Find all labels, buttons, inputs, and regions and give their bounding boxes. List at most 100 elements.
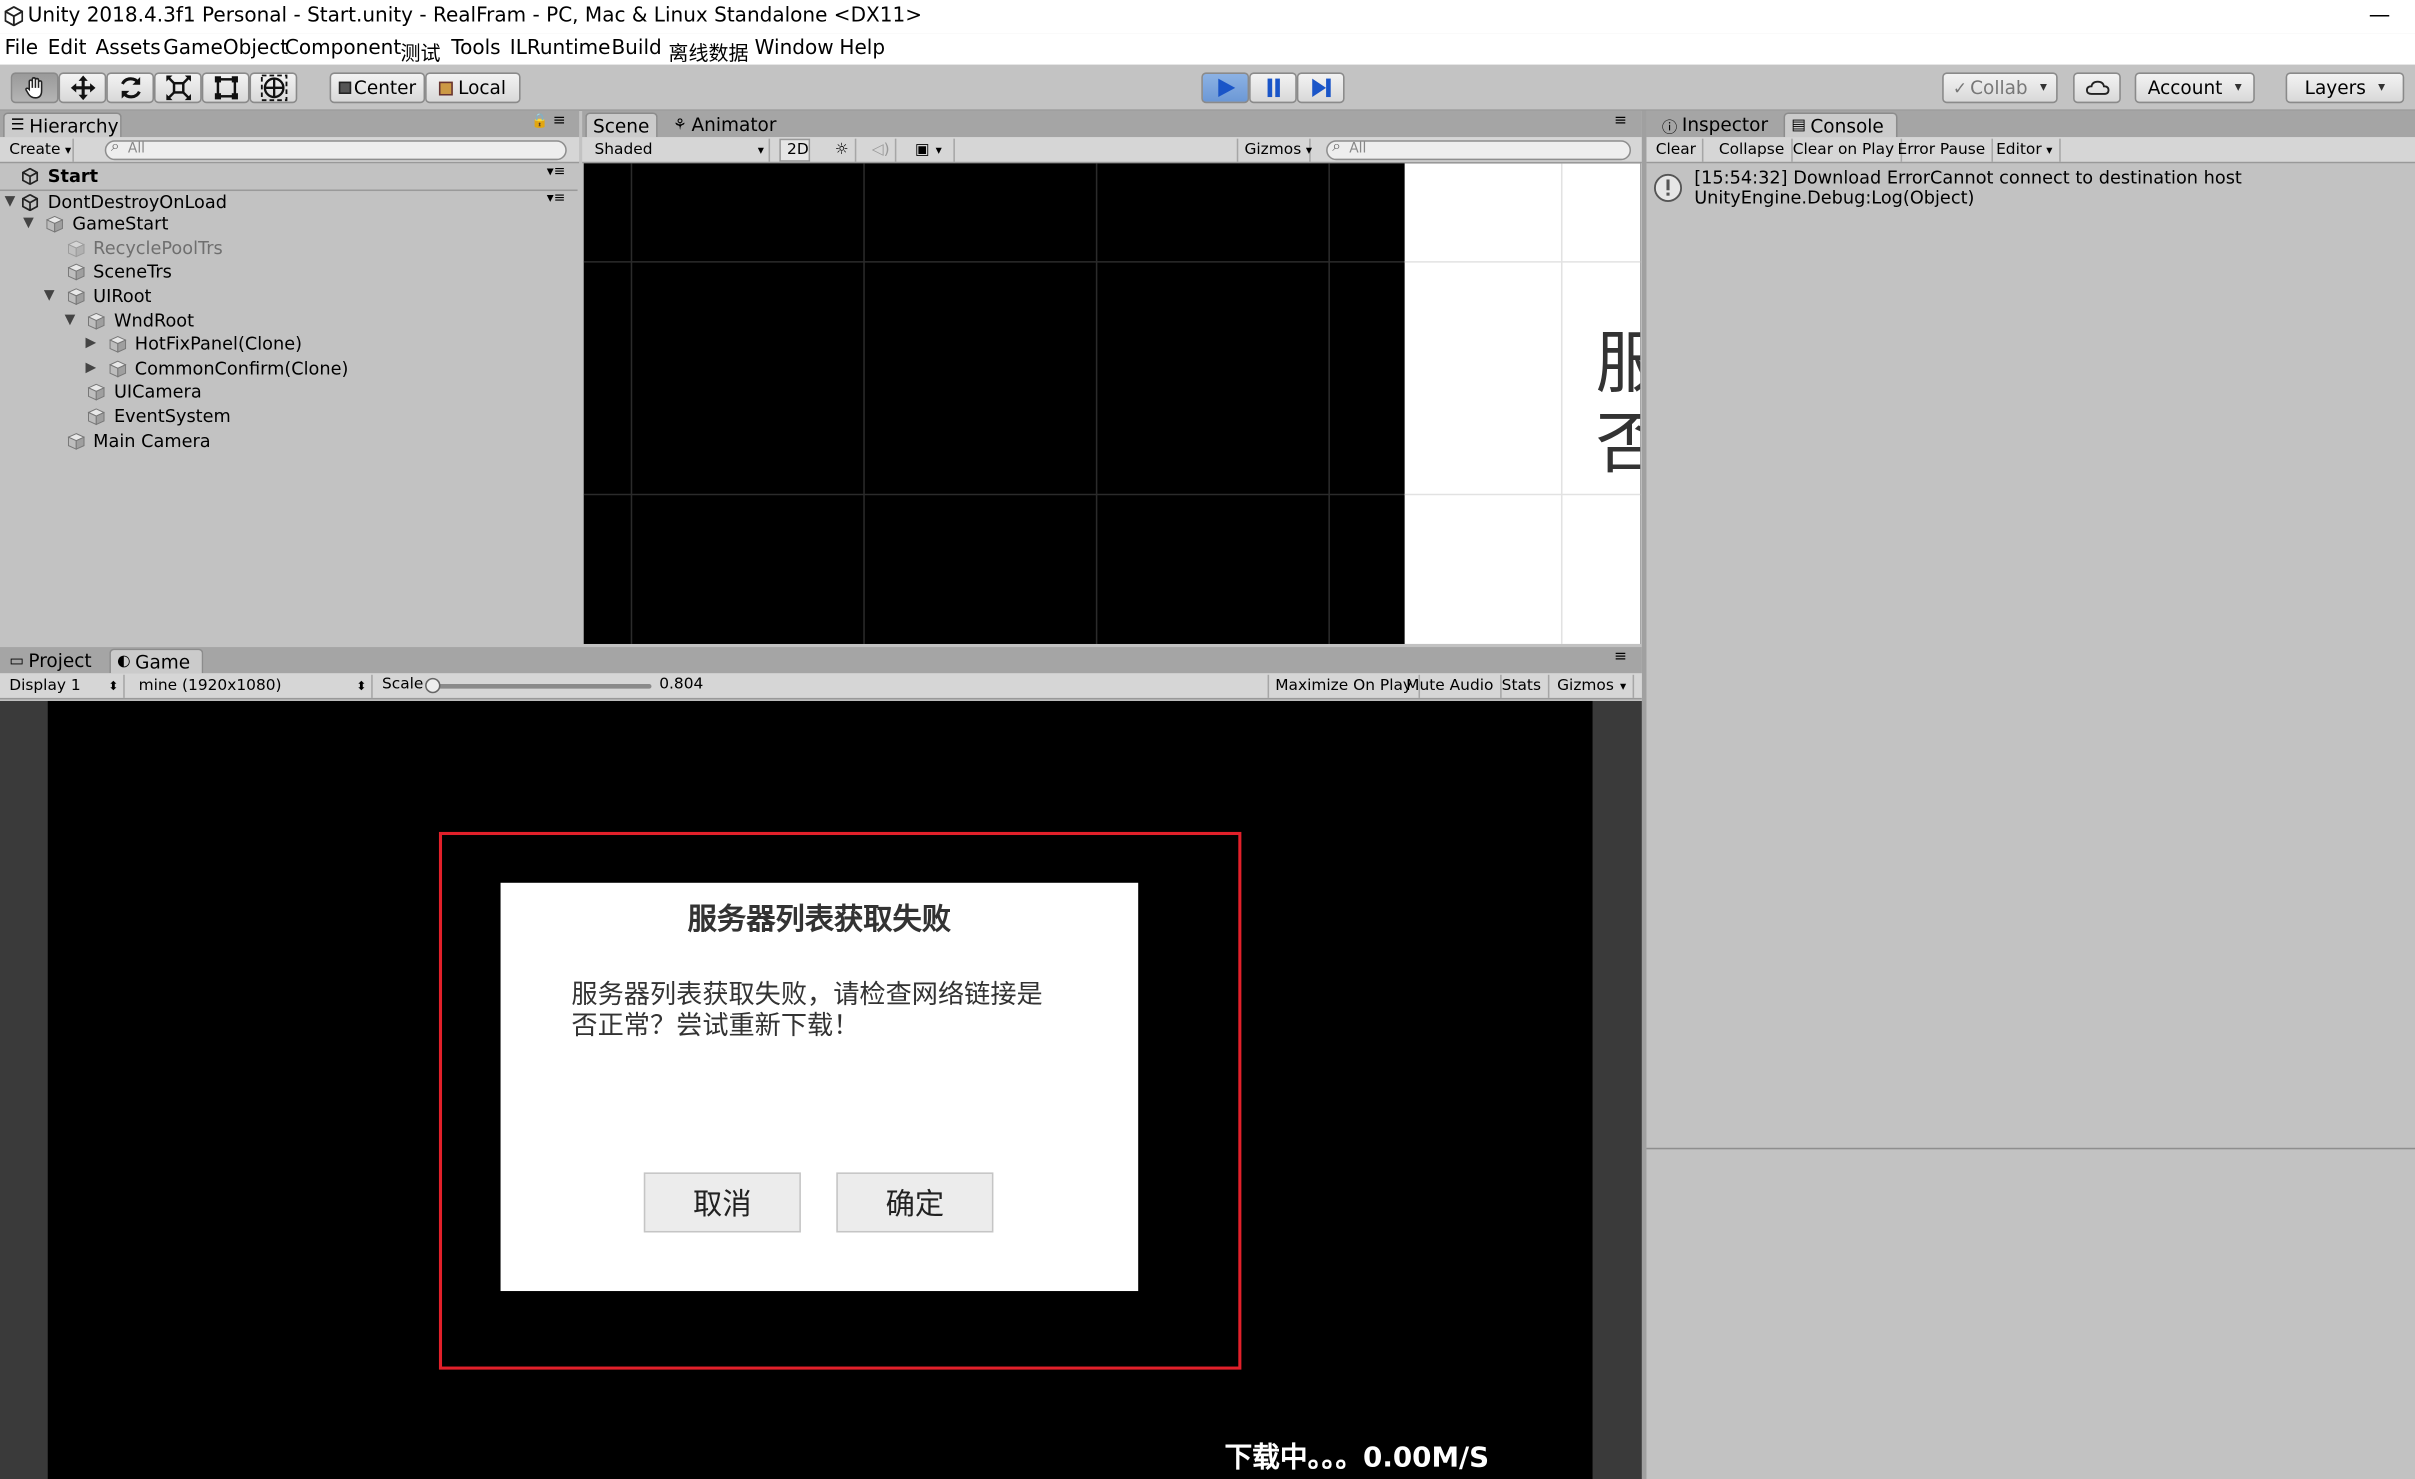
scene-gizmos-dropdown[interactable]: Gizmos ▾ xyxy=(1236,138,1312,162)
scale-slider-track[interactable] xyxy=(424,677,652,694)
tab-animator[interactable]: ⚘ Animator xyxy=(667,112,790,137)
menu-window[interactable]: Window xyxy=(755,37,834,60)
lock-icon[interactable]: 🔒 xyxy=(531,114,548,129)
play-button[interactable] xyxy=(1201,72,1250,104)
hierarchy-item[interactable]: ▼ WndRoot xyxy=(0,309,578,332)
account-dropdown[interactable]: Account xyxy=(2134,72,2255,104)
expand-arrow-icon[interactable]: ▼ xyxy=(23,216,34,231)
tab-scene-label: Scene xyxy=(592,114,650,137)
hierarchy-scene-row[interactable]: Start ▾≡ xyxy=(0,165,578,188)
expand-arrow-icon[interactable]: ▼ xyxy=(5,193,16,208)
scene-tabstrip: Scene ⚘ Animator ≡ xyxy=(582,110,1642,138)
minimize-button[interactable]: — xyxy=(2369,3,2391,28)
rect-tool-button[interactable] xyxy=(201,72,250,104)
panel-menu-icon[interactable]: ≡ xyxy=(1614,649,1627,666)
tab-project[interactable]: ▭ Project xyxy=(3,649,103,674)
panel-splitter[interactable] xyxy=(1641,110,1647,1479)
hand-tool-button[interactable] xyxy=(10,72,59,104)
hierarchy-search-input[interactable]: All xyxy=(104,139,567,161)
hierarchy-item[interactable]: ▶ CommonConfirm(Clone) xyxy=(0,357,578,380)
effects-dropdown[interactable]: ▣ ▾ xyxy=(909,138,955,162)
step-button[interactable] xyxy=(1296,72,1345,104)
collapse-button[interactable]: Collapse xyxy=(1713,138,1792,162)
scale-slider-thumb[interactable] xyxy=(424,677,441,694)
cloud-button[interactable] xyxy=(2073,72,2121,104)
2d-toggle-button[interactable]: 2D xyxy=(779,138,811,162)
gameobject-cube-icon xyxy=(108,360,126,378)
menu-ilruntime[interactable]: ILRuntime xyxy=(510,37,611,60)
list-icon: ☰ xyxy=(10,117,25,135)
menu-file[interactable]: File xyxy=(5,37,39,60)
hierarchy-item[interactable]: ▶ HotFixPanel(Clone) xyxy=(0,333,578,356)
shading-mode-dropdown[interactable]: Shaded ▾ xyxy=(588,138,771,162)
editor-dropdown[interactable]: Editor ▾ xyxy=(1990,138,2061,162)
hierarchy-item[interactable]: SceneTrs xyxy=(0,261,578,284)
console-divider[interactable] xyxy=(1646,1147,2415,1150)
menu-edit[interactable]: Edit xyxy=(48,37,87,60)
rotate-tool-button[interactable] xyxy=(106,72,155,104)
clear-button[interactable]: Clear xyxy=(1650,138,1704,162)
panel-menu-icon[interactable]: ≡ xyxy=(553,112,566,129)
unity-scene-icon xyxy=(22,193,39,211)
error-pause-button[interactable]: Error Pause xyxy=(1891,138,1993,162)
scale-label: Scale xyxy=(381,676,424,694)
mute-audio-toggle[interactable]: Mute Audio xyxy=(1400,674,1502,698)
menu-test[interactable]: 测试 xyxy=(400,37,440,66)
hierarchy-item[interactable]: ▼ GameStart xyxy=(0,213,578,236)
tab-animator-label: Animator xyxy=(691,114,777,136)
maximize-on-play-toggle[interactable]: Maximize On Play xyxy=(1267,674,1420,698)
move-tool-button[interactable] xyxy=(58,72,107,104)
layers-dropdown[interactable]: Layers xyxy=(2285,72,2405,104)
menu-build[interactable]: Build xyxy=(611,37,661,60)
resolution-dropdown[interactable]: mine (1920x1080) ⬍ xyxy=(132,674,373,698)
expand-arrow-icon[interactable]: ▼ xyxy=(44,288,55,303)
collapse-arrow-icon[interactable]: ▶ xyxy=(85,336,96,351)
tab-console[interactable]: ▤ Console xyxy=(1783,112,1898,138)
cancel-button[interactable]: 取消 xyxy=(643,1172,801,1233)
menu-help[interactable]: Help xyxy=(839,37,885,60)
collab-dropdown[interactable]: ✓ Collab xyxy=(1942,72,2058,104)
hierarchy-item[interactable]: ▼ UIRoot xyxy=(0,285,578,308)
ok-button[interactable]: 确定 xyxy=(836,1172,994,1233)
stats-toggle[interactable]: Stats xyxy=(1496,674,1549,698)
speaker-icon: ◁) xyxy=(871,141,890,159)
menu-tools[interactable]: Tools xyxy=(451,37,500,60)
pause-button[interactable] xyxy=(1249,72,1297,104)
game-gizmos-dropdown[interactable]: Gizmos ▾ xyxy=(1551,674,1634,698)
menu-component[interactable]: Component xyxy=(285,37,401,60)
hand-icon xyxy=(24,77,42,99)
tab-hierarchy[interactable]: ☰ Hierarchy xyxy=(3,112,122,138)
scale-tool-button[interactable] xyxy=(154,72,202,104)
menu-offline-data[interactable]: 离线数据 xyxy=(668,37,748,66)
tab-scene[interactable]: Scene xyxy=(585,112,658,138)
pivot-toggle-button[interactable]: Center xyxy=(329,72,426,104)
hierarchy-item[interactable]: EventSystem xyxy=(0,405,578,428)
console-log-entry[interactable]: [15:54:32] Download ErrorCannot connect … xyxy=(1646,165,2415,211)
expand-arrow-icon[interactable]: ▼ xyxy=(65,312,76,327)
clear-on-play-button[interactable]: Clear on Play xyxy=(1787,138,1902,162)
collapse-arrow-icon[interactable]: ▶ xyxy=(85,360,96,375)
create-dropdown[interactable]: Create ▾ xyxy=(3,138,74,162)
tab-inspector[interactable]: ⓘ Inspector xyxy=(1656,112,1782,137)
hierarchy-item[interactable]: UICamera xyxy=(0,381,578,404)
transform-tool-button[interactable] xyxy=(249,72,298,104)
display-dropdown[interactable]: Display 1 ⬍ xyxy=(3,674,125,698)
scene-viewport[interactable]: 服 否 xyxy=(583,163,1641,644)
hierarchy-item[interactable]: Main Camera xyxy=(0,429,578,452)
pivot-rotation-button[interactable]: Local xyxy=(425,72,521,104)
lighting-toggle[interactable]: ☼ xyxy=(829,138,857,162)
hierarchy-search-placeholder: All xyxy=(127,141,146,158)
panel-menu-icon[interactable]: ≡ xyxy=(1614,112,1627,129)
scene-menu-icon[interactable]: ▾≡ xyxy=(547,190,566,205)
audio-toggle[interactable]: ◁) xyxy=(866,138,897,162)
image-icon: ▣ xyxy=(914,141,930,159)
menu-gameobject[interactable]: GameObject xyxy=(163,37,288,60)
menu-assets[interactable]: Assets xyxy=(95,37,160,60)
log-message-line1: [15:54:32] Download ErrorCannot connect … xyxy=(1694,166,2242,188)
hierarchy-item[interactable]: RecyclePoolTrs xyxy=(0,237,578,260)
tab-game[interactable]: ◐ Game xyxy=(109,648,204,674)
hierarchy-item-label: DontDestroyOnLoad xyxy=(47,190,227,212)
scene-menu-icon[interactable]: ▾≡ xyxy=(547,165,566,180)
scene-search-input[interactable]: All xyxy=(1326,139,1632,161)
hierarchy-scene-row[interactable]: ▼ DontDestroyOnLoad ▾≡ xyxy=(0,188,578,212)
